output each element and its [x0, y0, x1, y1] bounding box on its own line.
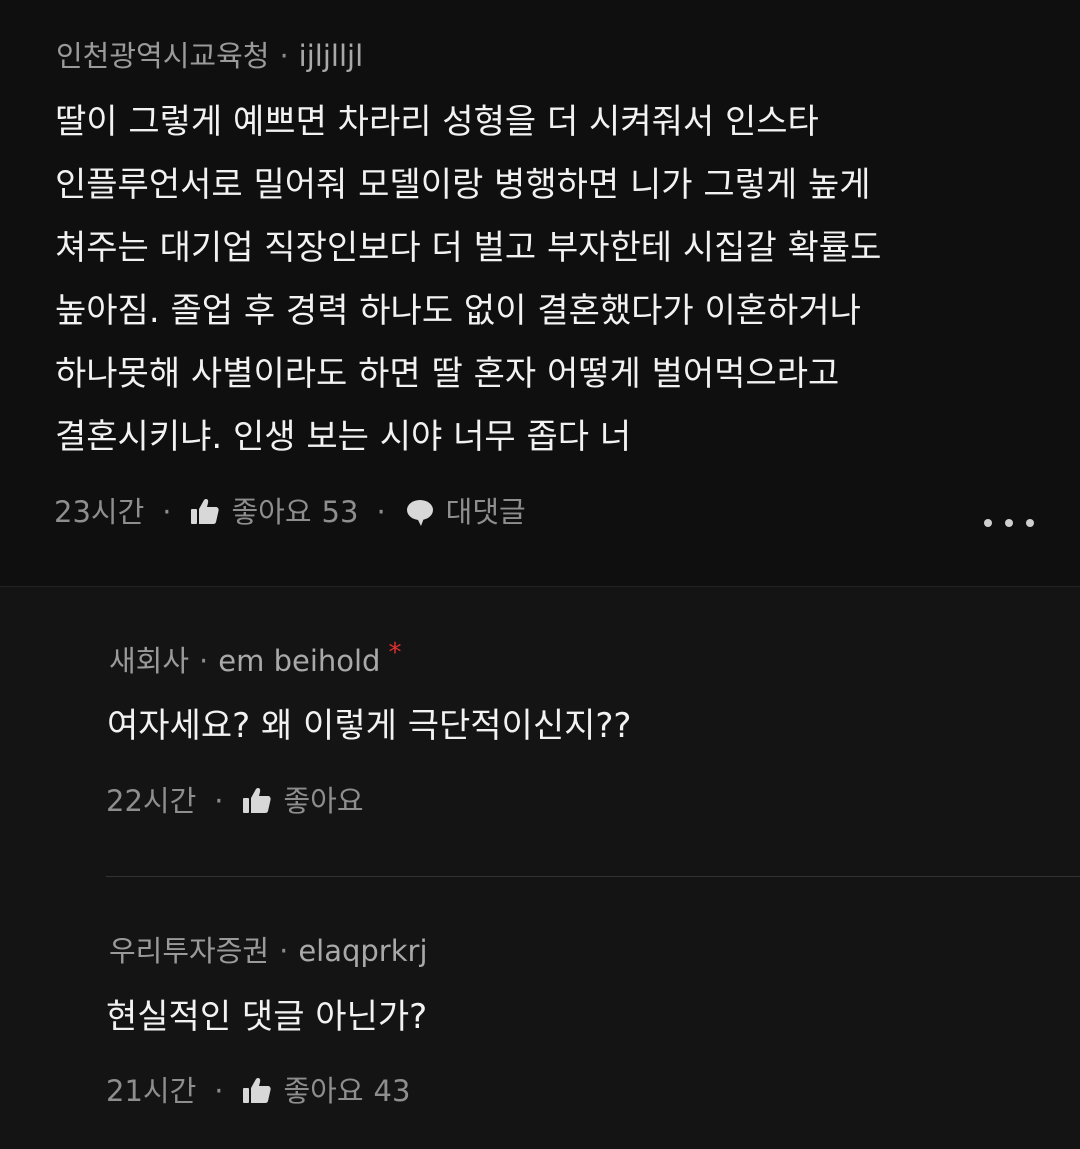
reply-time: 21시간 [106, 1074, 197, 1108]
thumbs-up-icon [241, 1075, 273, 1107]
comment-body-line: 딸이 그렇게 예쁘면 차라리 성형을 더 시켜줘서 인스타 [55, 102, 819, 142]
like-label: 좋아요 [283, 784, 364, 818]
author-nickname: ijljlljl [298, 39, 364, 73]
reply-author[interactable]: 새회사 · em beihold * [109, 638, 401, 681]
meta-dot: · [162, 495, 172, 529]
like-count: 53 [321, 495, 359, 529]
comment-time: 23시간 [54, 495, 145, 529]
author-separator: · [199, 644, 209, 678]
author-nickname: em beihold [218, 644, 381, 678]
author-separator: · [279, 39, 289, 73]
like-count: 43 [373, 1074, 411, 1108]
meta-dot: · [376, 495, 386, 529]
like-button[interactable]: 좋아요 43 [241, 1073, 410, 1109]
meta-dot: · [214, 784, 224, 818]
thumbs-up-icon [241, 785, 273, 817]
author-badge: * [388, 638, 402, 668]
thumbs-up-icon [189, 496, 221, 528]
comment-body-line: 쳐주는 대기업 직장인보다 더 벌고 부자한테 시집갈 확률도 [55, 228, 882, 268]
more-dot [1005, 519, 1013, 527]
like-button[interactable]: 좋아요 [241, 783, 364, 819]
like-label: 좋아요 [283, 1074, 364, 1108]
more-dot [984, 519, 992, 527]
comment-body-line: 하나못해 사별이라도 하면 딸 혼자 어떻게 벌어먹으라고 [55, 354, 840, 394]
reply-time: 22시간 [106, 784, 197, 818]
author-company: 새회사 [109, 644, 190, 678]
author-company: 우리투자증권 [109, 934, 270, 968]
meta-dot: · [214, 1074, 224, 1108]
like-label: 좋아요 [231, 495, 312, 529]
reply-label: 대댓글 [445, 495, 526, 529]
like-button[interactable]: 좋아요 53 [189, 494, 358, 530]
comment-body: 딸이 그렇게 예쁘면 차라리 성형을 더 시켜줘서 인스타 인플루언서로 밀어줘… [55, 91, 881, 469]
main-comment: 인천광역시교육청 · ijljlljl 딸이 그렇게 예쁘면 차라리 성형을 더 시… [0, 0, 1080, 586]
reply-button[interactable]: 대댓글 [404, 494, 526, 530]
reply-divider [106, 876, 1080, 877]
comment-body-line: 높아짐. 졸업 후 경력 하나도 없이 결혼했다가 이혼하거나 [55, 291, 861, 331]
author-separator: · [279, 934, 289, 968]
more-dot [1026, 519, 1034, 527]
reply-body: 현실적인 댓글 아닌가? [106, 997, 428, 1037]
author-company: 인천광역시교육청 [56, 39, 270, 73]
reply-author[interactable]: 우리투자증권 · elaqprkrj [109, 933, 428, 969]
comment-author[interactable]: 인천광역시교육청 · ijljlljl [56, 38, 363, 74]
author-nickname: elaqprkrj [298, 934, 428, 968]
comment-body-line: 인플루언서로 밀어줘 모델이랑 병행하면 니가 그렇게 높게 [55, 165, 871, 205]
reply-meta: 22시간 · 좋아요 [106, 783, 364, 819]
comment-meta: 23시간 · 좋아요 53 · 대댓글 [54, 494, 526, 530]
comment-body-line: 결혼시키냐. 인생 보는 시야 너무 좁다 너 [55, 417, 632, 457]
speech-bubble-icon [404, 496, 436, 528]
reply-body: 여자세요? 왜 이렇게 극단적이신지?? [107, 706, 632, 746]
reply-meta: 21시간 · 좋아요 43 [106, 1073, 410, 1109]
more-dots-icon[interactable] [984, 508, 1034, 538]
